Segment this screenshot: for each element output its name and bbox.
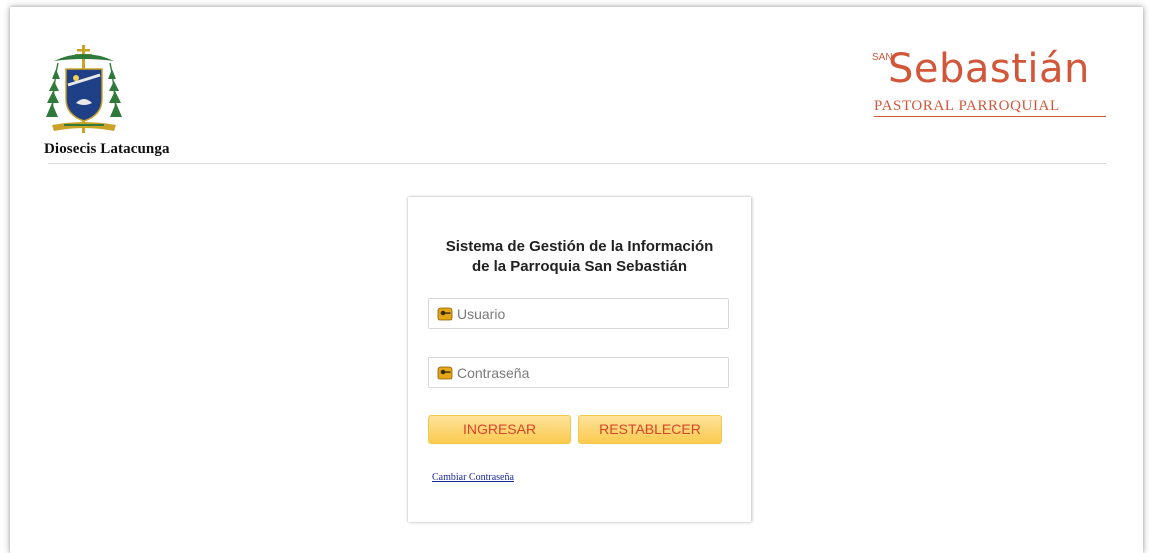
diocese-crest-logo bbox=[46, 45, 122, 133]
password-field[interactable] bbox=[428, 357, 729, 388]
login-title-line2: de la Parroquia San Sebastián bbox=[471, 258, 688, 275]
parish-brand-logo: SAN Sebastián PASTORAL PARROQUIAL bbox=[870, 43, 1110, 127]
login-button[interactable]: INGRESAR bbox=[428, 415, 571, 444]
username-field[interactable] bbox=[428, 298, 729, 329]
username-input[interactable] bbox=[457, 299, 728, 328]
key-icon bbox=[437, 366, 453, 379]
login-title: Sistema de Gestión de la Información de … bbox=[408, 237, 751, 277]
reset-button[interactable]: RESTABLECER bbox=[578, 415, 722, 444]
brand-name: Sebastián bbox=[888, 46, 1090, 92]
brand-prefix: SAN bbox=[872, 53, 893, 63]
diocese-name: Diosecis Latacunga bbox=[44, 141, 170, 157]
brand-subtitle: PASTORAL PARROQUIAL bbox=[874, 98, 1106, 117]
header-divider bbox=[48, 163, 1106, 164]
login-title-line1: Sistema de Gestión de la Información bbox=[445, 238, 714, 255]
login-card: Sistema de Gestión de la Información de … bbox=[408, 197, 751, 522]
key-icon bbox=[437, 307, 453, 320]
change-password-link[interactable]: Cambiar Contraseña bbox=[432, 472, 514, 483]
app-window: Diosecis Latacunga SAN Sebastián PASTORA… bbox=[10, 7, 1143, 553]
password-input[interactable] bbox=[457, 358, 728, 387]
